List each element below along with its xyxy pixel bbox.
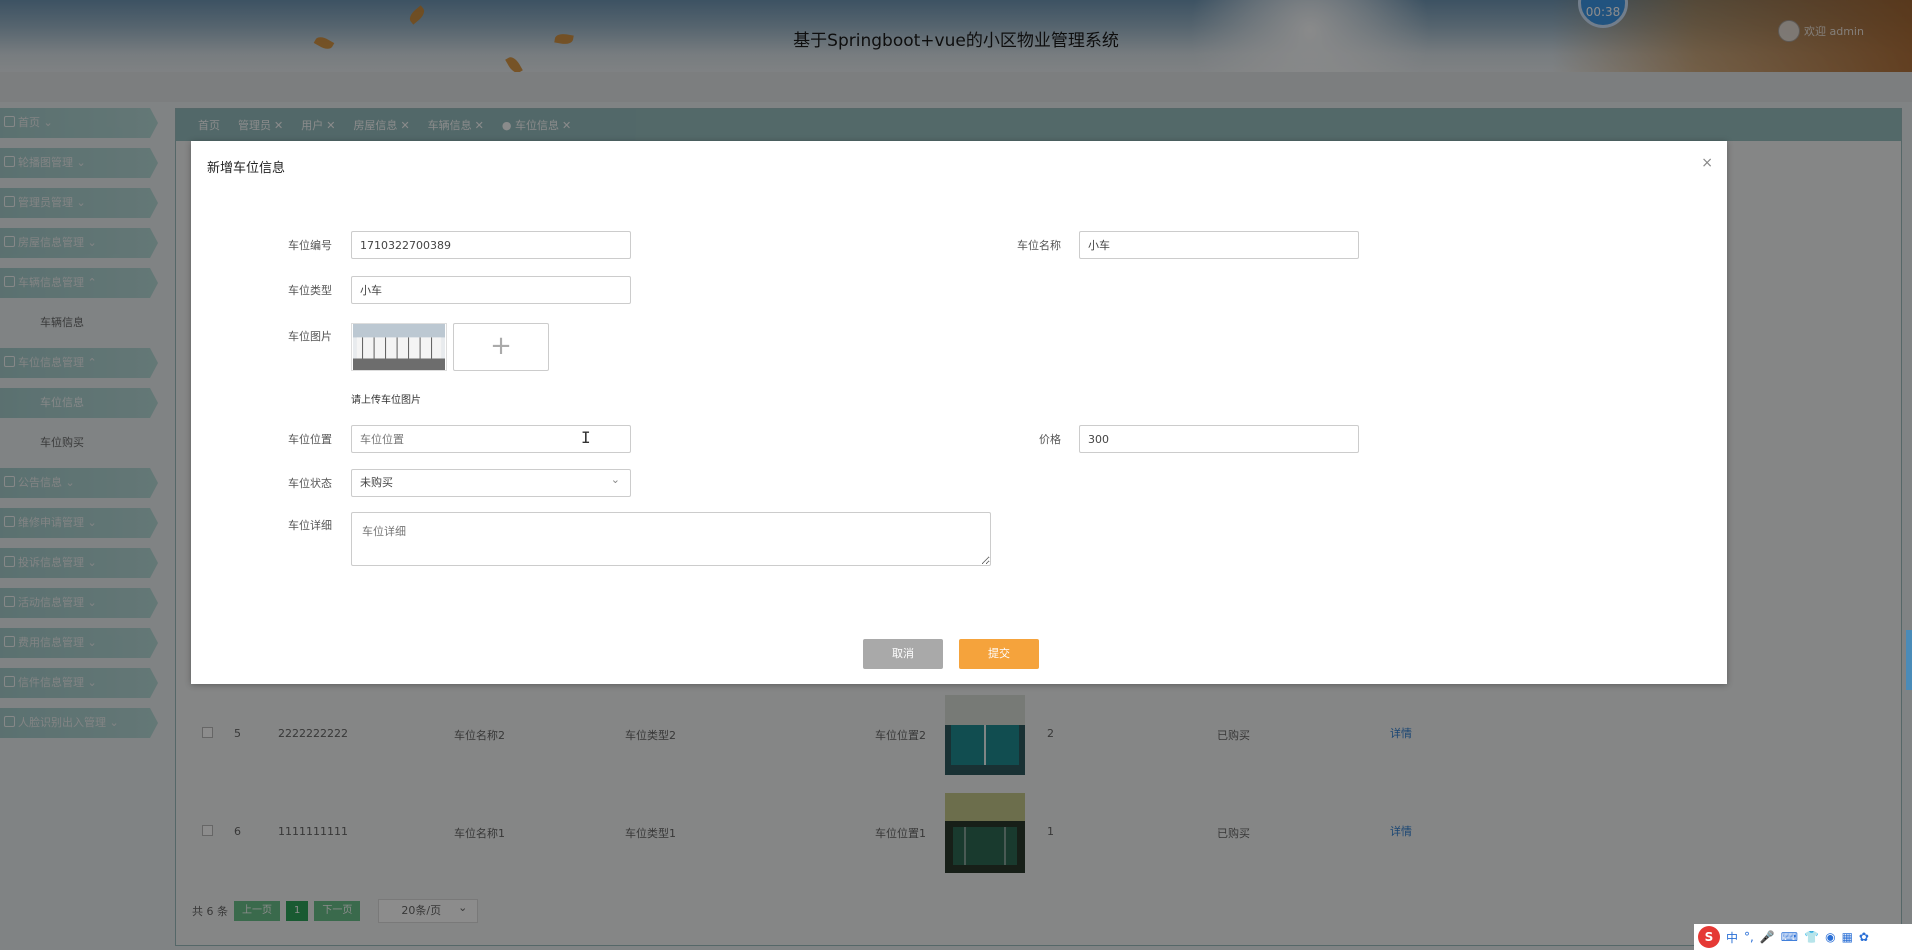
- add-image-button[interactable]: +: [453, 323, 549, 371]
- assistant-icon[interactable]: ◉: [1825, 930, 1835, 944]
- type-input[interactable]: [351, 276, 631, 304]
- detail-textarea[interactable]: [351, 512, 991, 566]
- add-parking-dialog: 新增车位信息 × 车位编号 车位名称 车位类型 车位图片 + 请上传车位图片 车…: [191, 141, 1727, 684]
- submit-button[interactable]: 提交: [959, 639, 1039, 669]
- status-select[interactable]: 未购买: [351, 467, 631, 497]
- scrollbar[interactable]: [1906, 630, 1912, 690]
- image-label: 车位图片: [288, 330, 332, 343]
- cancel-button[interactable]: 取消: [863, 639, 943, 669]
- uploaded-image[interactable]: [351, 323, 447, 371]
- keyboard-icon[interactable]: ⌨: [1781, 930, 1798, 944]
- image-hint: 请上传车位图片: [351, 395, 421, 406]
- detail-label: 车位详细: [288, 519, 332, 532]
- microphone-icon[interactable]: 🎤: [1760, 930, 1775, 944]
- price-label: 价格: [1039, 433, 1061, 446]
- name-label: 车位名称: [1017, 239, 1061, 252]
- skin-icon[interactable]: 👕: [1804, 930, 1819, 944]
- status-label: 车位状态: [288, 477, 332, 490]
- text-cursor-icon: I: [581, 428, 591, 447]
- type-label: 车位类型: [288, 284, 332, 297]
- location-label: 车位位置: [288, 433, 332, 446]
- punctuation-icon[interactable]: °,: [1744, 930, 1754, 944]
- sogou-icon[interactable]: S: [1698, 926, 1720, 948]
- code-label: 车位编号: [288, 239, 332, 252]
- ime-toolbar: S 中 °, 🎤 ⌨ 👕 ◉ ▦ ✿: [1694, 924, 1912, 950]
- close-icon[interactable]: ×: [1701, 155, 1713, 171]
- price-input[interactable]: [1079, 425, 1359, 453]
- settings-icon[interactable]: ✿: [1859, 930, 1869, 944]
- dialog-title: 新增车位信息: [207, 161, 286, 176]
- grid-icon[interactable]: ▦: [1842, 930, 1853, 944]
- name-input[interactable]: [1079, 231, 1359, 259]
- code-input[interactable]: [351, 231, 631, 259]
- ime-lang-toggle[interactable]: 中: [1726, 929, 1738, 946]
